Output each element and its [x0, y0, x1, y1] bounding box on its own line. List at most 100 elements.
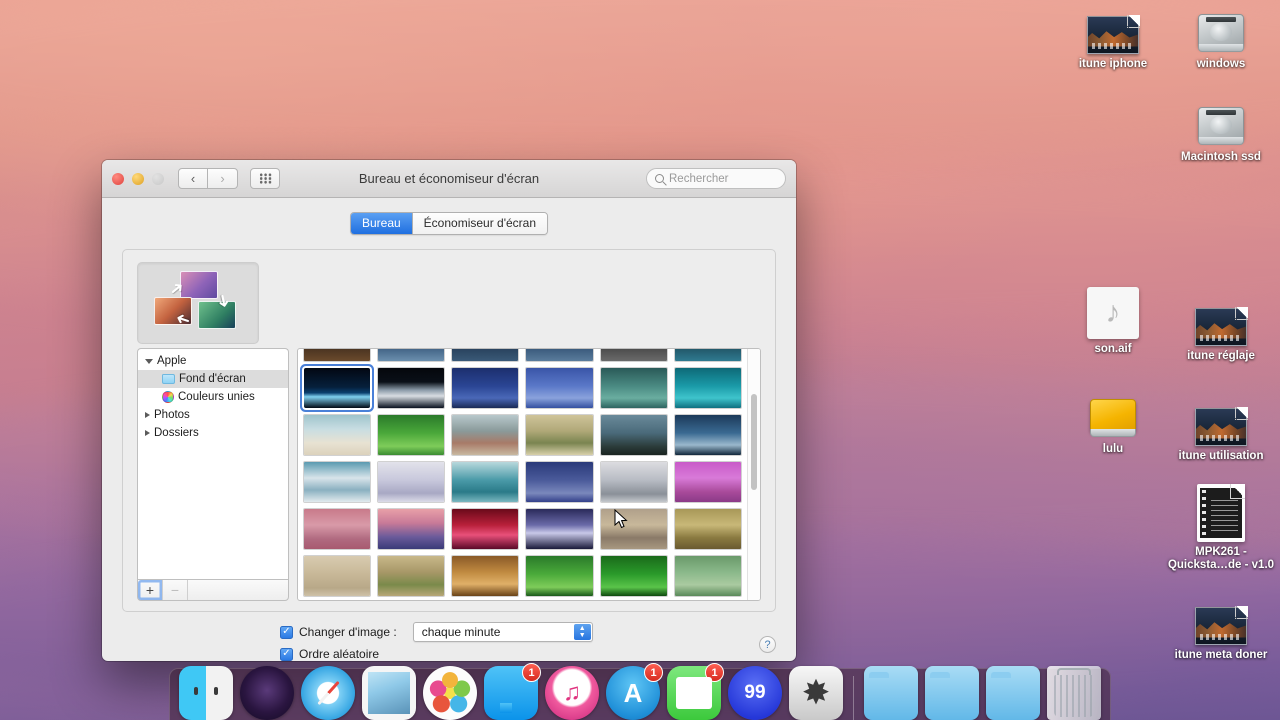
desktop-icon[interactable]: ♪ son.aif — [1058, 285, 1168, 356]
forward-button[interactable]: › — [208, 168, 238, 189]
wallpaper-thumbnail[interactable] — [304, 349, 371, 361]
wallpaper-thumbnail[interactable] — [526, 462, 593, 502]
dock-item-facetime[interactable] — [728, 666, 782, 720]
sidebar-item-fond-d-cran[interactable]: Fond d'écran — [138, 370, 288, 388]
wallpaper-thumbnail[interactable] — [600, 556, 667, 596]
dock-item-trash[interactable] — [1047, 666, 1101, 720]
wallpaper-thumbnail[interactable] — [378, 462, 445, 502]
help-button[interactable]: ? — [759, 636, 776, 653]
sidebar-item-apple[interactable]: Apple — [138, 352, 288, 370]
wallpaper-thumbnail[interactable] — [452, 462, 519, 502]
wallpaper-thumbnail[interactable] — [452, 349, 519, 361]
dock-badge: 1 — [705, 663, 724, 682]
wallpaper-thumbnail[interactable] — [674, 415, 741, 455]
show-all-grid-button[interactable] — [250, 168, 280, 189]
chevron-down-icon[interactable] — [145, 358, 153, 364]
wallpaper-thumbnail[interactable] — [674, 349, 741, 361]
wallpaper-thumbnail[interactable] — [600, 462, 667, 502]
dock-item-sysprefs[interactable] — [789, 666, 843, 720]
folder-icon — [162, 374, 175, 384]
desktop-icon[interactable]: windows — [1166, 0, 1276, 71]
wallpaper-grid[interactable] — [297, 348, 761, 601]
sidebar-item-dossiers[interactable]: Dossiers — [138, 424, 288, 442]
desktop-icon-label: windows — [1196, 58, 1246, 70]
minimize-button[interactable] — [132, 172, 144, 185]
wallpaper-thumbnail[interactable] — [600, 509, 667, 549]
wallpaper-thumbnail[interactable] — [452, 509, 519, 549]
desktop-icon[interactable]: lulu — [1058, 385, 1168, 456]
search-field[interactable]: Rechercher — [646, 168, 786, 189]
wallpaper-thumbnail[interactable] — [378, 509, 445, 549]
dock-item-folder[interactable] — [864, 666, 918, 720]
wallpaper-thumbnail[interactable] — [526, 415, 593, 455]
wallpaper-thumbnail[interactable] — [378, 349, 445, 361]
random-order-checkbox[interactable]: ✓ — [280, 647, 293, 661]
dock-item-appstore[interactable]: 1 — [606, 663, 663, 720]
wallpaper-thumbnail[interactable] — [526, 509, 593, 549]
wallpaper-thumbnail[interactable] — [378, 556, 445, 596]
wallpaper-thumbnail[interactable] — [452, 368, 519, 408]
window-titlebar[interactable]: ‹ › Bureau et économiseur d'écran Recher… — [102, 160, 796, 198]
desktop-screensaver-preferences-window[interactable]: ‹ › Bureau et économiseur d'écran Recher… — [102, 160, 796, 661]
desktop-icon[interactable]: itune utilisation — [1166, 392, 1276, 463]
dock-item-launchpad[interactable] — [240, 666, 294, 720]
wallpaper-thumbnail[interactable] — [304, 415, 371, 455]
dock-item-messages[interactable]: 1 — [484, 663, 541, 720]
wallpaper-thumbnail[interactable] — [526, 368, 593, 408]
dock-item-greenmsg[interactable]: 1 — [667, 663, 724, 720]
wallpaper-thumbnail[interactable] — [304, 509, 371, 549]
desktop-icon-label: lulu — [1102, 443, 1124, 455]
wallpaper-thumbnail[interactable] — [378, 368, 445, 408]
desktop-icon[interactable]: itune meta doner — [1166, 591, 1276, 662]
change-image-label: Changer d'image : — [299, 625, 397, 639]
scrollbar-thumb[interactable] — [751, 394, 757, 490]
wallpaper-thumbnail[interactable] — [526, 556, 593, 596]
wallpaper-thumbnail[interactable] — [452, 415, 519, 455]
dock-item-photos[interactable] — [423, 666, 477, 720]
interval-stepper-icon[interactable]: ▲ ▼ — [573, 624, 591, 640]
wallpaper-thumbnail[interactable] — [304, 368, 371, 408]
mpk261-quickstart-guide-icon — [1197, 484, 1245, 542]
wallpaper-thumbnail[interactable] — [600, 349, 667, 361]
dock[interactable]: 1 1 1 — [169, 663, 1111, 720]
desktop-icon[interactable]: MPK261 - Quicksta…de - v1.0 — [1166, 484, 1276, 572]
wallpaper-thumbnail[interactable] — [600, 415, 667, 455]
wallpaper-grid-scrollbar[interactable] — [747, 349, 760, 600]
change-image-checkbox[interactable]: ✓ — [280, 625, 293, 639]
dock-item-folder[interactable] — [925, 666, 979, 720]
add-folder-button[interactable]: + — [138, 580, 163, 600]
sidebar-item-label: Apple — [157, 355, 187, 367]
sidebar-item-couleurs-unies[interactable]: Couleurs unies — [138, 388, 288, 406]
tab-economiseur-ecran[interactable]: Économiseur d'écran — [411, 213, 548, 234]
back-button[interactable]: ‹ — [178, 168, 208, 189]
itune-reglaje-file-icon — [1195, 292, 1248, 346]
wallpaper-thumbnail[interactable] — [304, 462, 371, 502]
desktop-icon[interactable]: itune réglaje — [1166, 292, 1276, 363]
dock-item-finder[interactable] — [179, 666, 233, 720]
wallpaper-thumbnail[interactable] — [674, 509, 741, 549]
wallpaper-thumbnail[interactable] — [304, 556, 371, 596]
dock-item-mail[interactable] — [362, 666, 416, 720]
wallpaper-thumbnail[interactable] — [526, 349, 593, 361]
wallpaper-thumbnail[interactable] — [674, 462, 741, 502]
desktop-icon[interactable]: Macintosh ssd — [1166, 93, 1276, 164]
wallpaper-thumbnail[interactable] — [378, 415, 445, 455]
chevron-right-icon[interactable] — [145, 430, 150, 436]
wallpaper-thumbnail[interactable] — [674, 556, 741, 596]
chevron-right-icon[interactable] — [145, 412, 150, 418]
wallpaper-thumbnail[interactable] — [600, 368, 667, 408]
close-button[interactable] — [112, 172, 124, 185]
sidebar-item-label: Dossiers — [154, 427, 199, 439]
dock-item-safari[interactable] — [301, 666, 355, 720]
dock-item-itunes[interactable] — [545, 666, 599, 720]
wallpaper-thumbnail[interactable] — [674, 368, 741, 408]
sidebar-item-photos[interactable]: Photos — [138, 406, 288, 424]
desktop-icon-label: itune meta doner — [1174, 649, 1268, 661]
wallpaper-thumbnail[interactable] — [452, 556, 519, 596]
tab-bureau[interactable]: Bureau — [350, 213, 412, 234]
dock-item-folder[interactable] — [986, 666, 1040, 720]
desktop-icon[interactable]: itune iphone — [1058, 0, 1168, 71]
source-list[interactable]: Apple Fond d'écran Couleurs unies Photos Dos… — [137, 348, 289, 579]
wallpaper-preview-thumbnail[interactable]: ➜ ➜ ➜ — [137, 262, 259, 344]
interval-popup-button[interactable]: chaque minute ▲ ▼ — [412, 622, 593, 642]
